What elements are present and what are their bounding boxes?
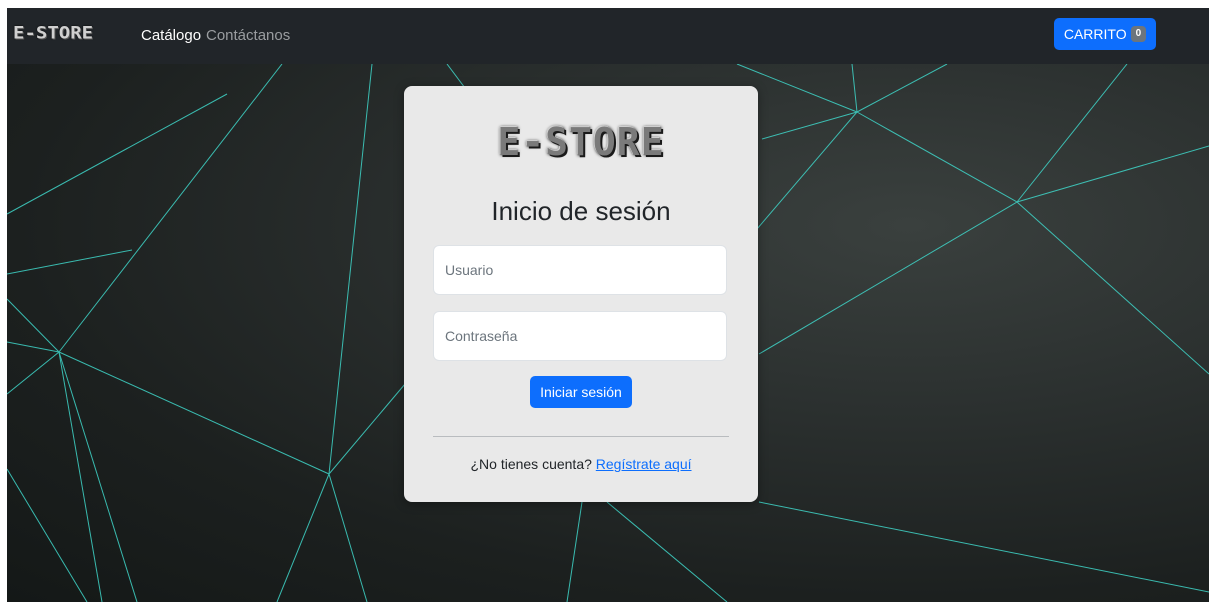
register-prompt: ¿No tienes cuenta? Regístrate aquí <box>404 456 758 472</box>
navbar: E-STORE Catálogo Contáctanos CARRITO 0 <box>7 8 1209 64</box>
nav-link-contact[interactable]: Contáctanos <box>206 27 290 44</box>
register-link[interactable]: Regístrate aquí <box>596 456 692 472</box>
nav-link-catalog[interactable]: Catálogo <box>141 27 201 44</box>
divider <box>433 436 729 437</box>
cart-button[interactable]: CARRITO 0 <box>1054 18 1156 50</box>
login-card: E-STORE Inicio de sesión Iniciar sesión … <box>404 86 758 502</box>
password-input[interactable] <box>433 311 727 361</box>
login-logo: E-STORE <box>497 120 665 164</box>
cart-button-label: CARRITO <box>1063 26 1127 42</box>
app-frame: E-STORE Catálogo Contáctanos CARRITO 0 E… <box>7 8 1209 602</box>
username-input[interactable] <box>433 245 727 295</box>
login-button[interactable]: Iniciar sesión <box>530 376 632 408</box>
cart-count-badge: 0 <box>1130 26 1147 42</box>
brand-logo[interactable]: E-STORE <box>13 23 93 43</box>
register-prompt-text: ¿No tienes cuenta? <box>470 456 592 472</box>
login-title: Inicio de sesión <box>491 196 671 226</box>
